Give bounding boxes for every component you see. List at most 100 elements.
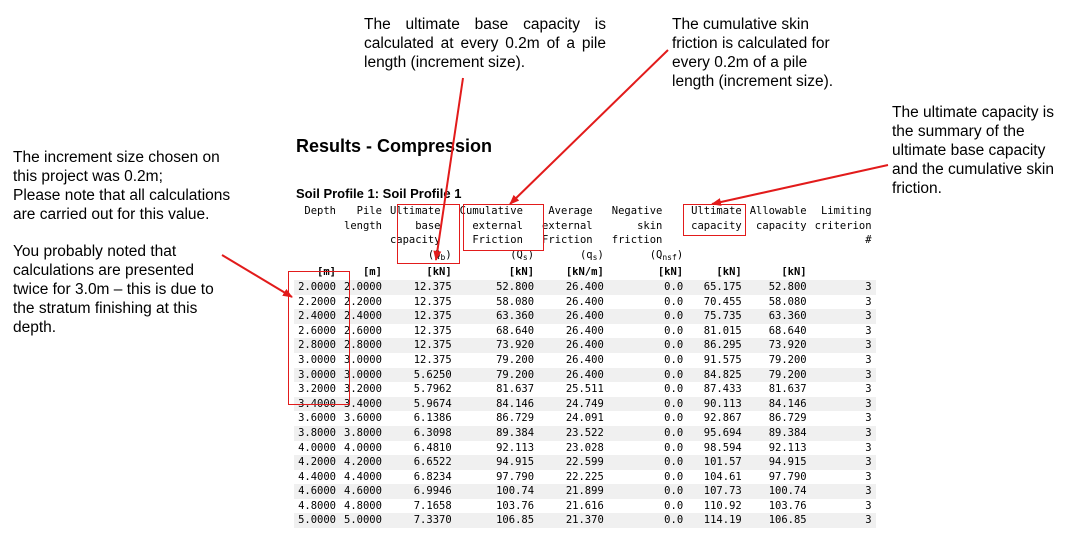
- table-cell: 3.0000: [340, 367, 386, 383]
- table-cell: 3: [810, 455, 876, 470]
- table-cell: 3.6000: [294, 411, 340, 426]
- table-cell: 6.1386: [385, 411, 456, 426]
- table-cell: 0.0: [607, 382, 688, 397]
- table-cell: 26.400: [538, 352, 608, 368]
- table-cell: 3.6000: [340, 411, 386, 426]
- table-cell: 92.113: [455, 440, 539, 456]
- table-cell: 4.6000: [340, 484, 386, 499]
- table-cell: 2.4000: [340, 309, 386, 324]
- note-twice-3m: You probably noted that calculations are…: [13, 243, 214, 336]
- table-row: 2.2000 2.2000 12.375 58.080 26.400 0.0 70.455 5…: [294, 294, 876, 310]
- table-cell: 4.4000: [340, 469, 386, 485]
- table-cell: 12.375: [385, 294, 456, 310]
- column-header: Pile length: [344, 205, 382, 232]
- table-cell: 3: [810, 367, 876, 383]
- table-cell: 4.2000: [294, 455, 340, 470]
- table-cell: 5.9674: [385, 396, 456, 412]
- table-cell: 79.200: [745, 352, 811, 368]
- table-cell: 73.920: [745, 338, 811, 353]
- column-header: Limiting criterion #: [814, 205, 872, 247]
- table-cell: 0.0: [607, 323, 688, 339]
- table-cell: 5.7962: [385, 382, 456, 397]
- note-base-capacity: The ultimate base capacity is calculated…: [364, 16, 606, 71]
- table-cell: 3: [810, 440, 876, 456]
- table-cell: 3: [810, 382, 876, 397]
- results-table: Depth Pile length Ultimate base capacity (…: [294, 204, 876, 529]
- table-cell: 26.400: [538, 309, 608, 324]
- table-cell: 3: [810, 352, 876, 368]
- note-skin-friction: The cumulative skin friction is calculat…: [672, 16, 834, 90]
- table-cell: 24.091: [538, 411, 608, 426]
- table-cell: 0.0: [607, 498, 688, 514]
- table-cell: 0.0: [607, 425, 688, 441]
- arrow-skin-friction: [509, 49, 669, 205]
- arrow-ultimate-capacity: [711, 164, 889, 206]
- table-cell: 6.8234: [385, 469, 456, 485]
- table-cell: 26.400: [538, 323, 608, 339]
- table-row: 4.8000 4.8000 7.1658 103.76 21.616 0.0 110.92 1…: [294, 498, 876, 514]
- table-cell: 81.637: [455, 382, 539, 397]
- table-cell: 2.0000: [340, 279, 386, 295]
- table-cell: 89.384: [745, 425, 811, 441]
- table-cell: 86.729: [455, 411, 539, 426]
- column-header: Average external Friction (qs): [542, 205, 604, 262]
- table-cell: 89.384: [455, 425, 539, 441]
- table-row: 3.0000 3.0000 5.6250 79.200 26.400 0.0 84.825 7…: [294, 367, 876, 383]
- table-cell: 100.74: [745, 484, 811, 499]
- table-cell: 79.200: [455, 352, 539, 368]
- note-increment-size: The increment size chosen on this projec…: [13, 149, 231, 223]
- table-cell: 0.0: [607, 469, 688, 485]
- column-header: Negative skin friction (Qnsf): [611, 205, 684, 262]
- table-cell: 3.8000: [340, 425, 386, 441]
- table-cell: 97.790: [745, 469, 811, 485]
- table-row: 2.8000 2.8000 12.375 73.920 26.400 0.0 86.295 7…: [294, 338, 876, 353]
- table-cell: 107.73: [687, 484, 746, 499]
- table-cell: 3: [810, 338, 876, 353]
- unit-label: [kN/m]: [565, 266, 604, 279]
- table-cell: 81.637: [745, 382, 811, 397]
- table-cell: 3.0000: [340, 352, 386, 368]
- table-cell: 86.295: [687, 338, 746, 353]
- table-cell: 110.92: [687, 498, 746, 514]
- table-cell: 94.915: [745, 455, 811, 470]
- table-cell: 5.0000: [294, 513, 340, 529]
- table-cell: 5.0000: [340, 513, 386, 529]
- table-cell: 68.640: [455, 323, 539, 339]
- table-cell: 84.825: [687, 367, 746, 383]
- table-cell: 63.360: [745, 309, 811, 324]
- table-cell: 6.3098: [385, 425, 456, 441]
- table-cell: 92.867: [687, 411, 746, 426]
- unit-label: [kN]: [657, 266, 684, 279]
- note-ultimate-capacity: The ultimate capacity is the summary of …: [892, 104, 1054, 197]
- table-cell: 2.2000: [340, 294, 386, 310]
- table-cell: 3: [810, 294, 876, 310]
- table-cell: 65.175: [687, 279, 746, 295]
- table-cell: 79.200: [455, 367, 539, 383]
- table-cell: 100.74: [455, 484, 539, 499]
- table-cell: 26.400: [538, 367, 608, 383]
- table-cell: 3: [810, 484, 876, 499]
- table-cell: 3: [810, 396, 876, 412]
- table-cell: 84.146: [745, 396, 811, 412]
- table-cell: 12.375: [385, 323, 456, 339]
- table-cell: 7.3370: [385, 513, 456, 529]
- table-cell: 3.8000: [294, 425, 340, 441]
- table-cell: 6.6522: [385, 455, 456, 470]
- table-row: 5.0000 5.0000 7.3370 106.85 21.370 0.0 114.19 1…: [294, 513, 876, 529]
- table-cell: 3.0000: [294, 367, 340, 383]
- table-cell: 12.375: [385, 338, 456, 353]
- table-cell: 0.0: [607, 309, 688, 324]
- unit-label: [kN]: [426, 266, 452, 279]
- table-cell: 0.0: [607, 513, 688, 529]
- table-cell: 25.511: [538, 382, 608, 397]
- table-cell: 114.19: [687, 513, 746, 529]
- table-cell: 0.0: [607, 411, 688, 426]
- table-cell: 97.790: [455, 469, 539, 485]
- column-header: Cumulative external Friction (Qs): [459, 205, 535, 262]
- table-row: 4.0000 4.0000 6.4810 92.113 23.028 0.0 98.594 9…: [294, 440, 876, 456]
- table-cell: 0.0: [607, 279, 688, 295]
- table-cell: 2.8000: [340, 338, 386, 353]
- table-cell: 94.915: [455, 455, 539, 470]
- unit-label: [m]: [362, 266, 382, 279]
- table-cell: 22.599: [538, 455, 608, 470]
